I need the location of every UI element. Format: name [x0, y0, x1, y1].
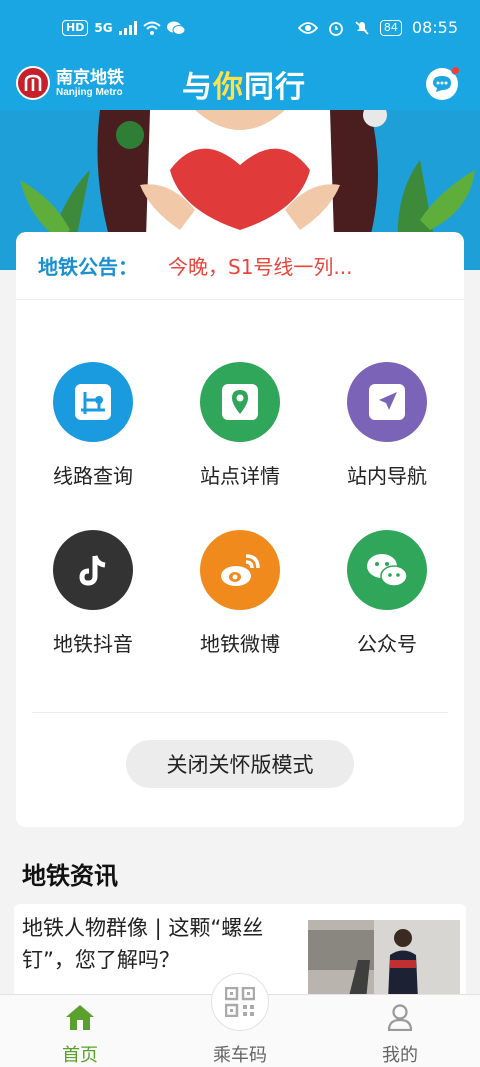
status-left: HD 5G — [62, 20, 185, 36]
announcement-bar[interactable]: 地铁公告： 今晚，S1号线一列... — [16, 232, 464, 300]
services-card: 地铁公告： 今晚，S1号线一列... 线路查询 站点详情 站内导航 地铁抖音 地… — [16, 232, 464, 827]
service-douyin[interactable]: 地铁抖音 — [19, 530, 167, 657]
weibo-icon — [200, 530, 280, 610]
card-divider — [32, 712, 448, 713]
logo-text-chinese: 南京地铁 — [56, 67, 124, 87]
tab-mine[interactable]: 我的 — [340, 1001, 460, 1067]
eye-icon — [297, 21, 318, 34]
alarm-icon — [328, 21, 343, 36]
news-section-title: 地铁资讯 — [22, 862, 118, 890]
close-elder-mode-button[interactable]: 关闭关怀版模式 — [126, 740, 354, 788]
slogan-part2: 同行 — [244, 70, 306, 105]
network-badge: 5G — [94, 21, 113, 35]
mute-icon — [355, 20, 369, 35]
tab-ride-code[interactable]: 乘车码 — [180, 1001, 300, 1067]
nanjing-metro-logo: 南京地铁 Nanjing Metro — [16, 66, 124, 100]
service-weibo[interactable]: 地铁微博 — [166, 530, 314, 657]
service-station-details[interactable]: 站点详情 — [166, 362, 314, 489]
battery-indicator: 84 — [379, 19, 402, 36]
metro-logo-icon — [16, 66, 50, 100]
header-slogan: 与你同行 — [182, 62, 306, 106]
unread-dot — [451, 66, 460, 75]
service-route-query[interactable]: 线路查询 — [19, 362, 167, 489]
hd-badge: HD — [62, 20, 89, 36]
service-indoor-navigation[interactable]: 站内导航 — [313, 362, 461, 489]
route-map-icon — [53, 362, 133, 442]
service-label: 地铁微博 — [200, 632, 280, 656]
status-bar: HD 5G 84 08:55 — [0, 0, 480, 58]
announcement-text[interactable]: 今晚，S1号线一列... — [168, 251, 353, 280]
home-icon — [20, 1001, 140, 1033]
service-label: 线路查询 — [53, 464, 133, 488]
app-screen: HD 5G 84 08:55 南京地铁 Nanjing Metro 与你同行 地… — [0, 0, 480, 1067]
slogan-part1: 与 — [182, 70, 213, 105]
news-item-title[interactable]: 地铁人物群像 | 这颗“螺丝钉”，您了解吗？ — [22, 912, 292, 976]
tab-label: 首页 — [62, 1045, 98, 1066]
tab-label: 我的 — [382, 1045, 418, 1066]
clock: 08:55 — [411, 18, 458, 37]
tab-label: 乘车码 — [213, 1045, 267, 1066]
location-pin-icon — [200, 362, 280, 442]
service-label: 地铁抖音 — [53, 632, 133, 656]
navigation-arrow-icon — [347, 362, 427, 442]
wechat-notification-icon — [166, 21, 185, 35]
news-thumbnail — [308, 920, 460, 1000]
service-label: 站点详情 — [200, 464, 280, 488]
signal-icon — [118, 21, 137, 35]
bottom-tab-bar: 首页 乘车码 我的 — [0, 973, 480, 1067]
douyin-icon — [53, 530, 133, 610]
wifi-icon — [142, 21, 161, 35]
tab-home[interactable]: 首页 — [20, 1001, 140, 1067]
status-right: 84 08:55 — [297, 18, 458, 37]
wechat-icon — [347, 530, 427, 610]
messages-button[interactable] — [426, 66, 460, 100]
service-label: 站内导航 — [347, 464, 427, 488]
chat-bubble-icon — [433, 76, 451, 92]
slogan-highlight: 你 — [213, 70, 244, 105]
profile-icon — [340, 1001, 460, 1033]
announcement-label: 地铁公告： — [38, 255, 138, 279]
app-header: 南京地铁 Nanjing Metro 与你同行 — [0, 58, 480, 110]
service-wechat-official[interactable]: 公众号 — [313, 530, 461, 657]
logo-text-english: Nanjing Metro — [56, 86, 123, 98]
service-label: 公众号 — [357, 632, 417, 656]
